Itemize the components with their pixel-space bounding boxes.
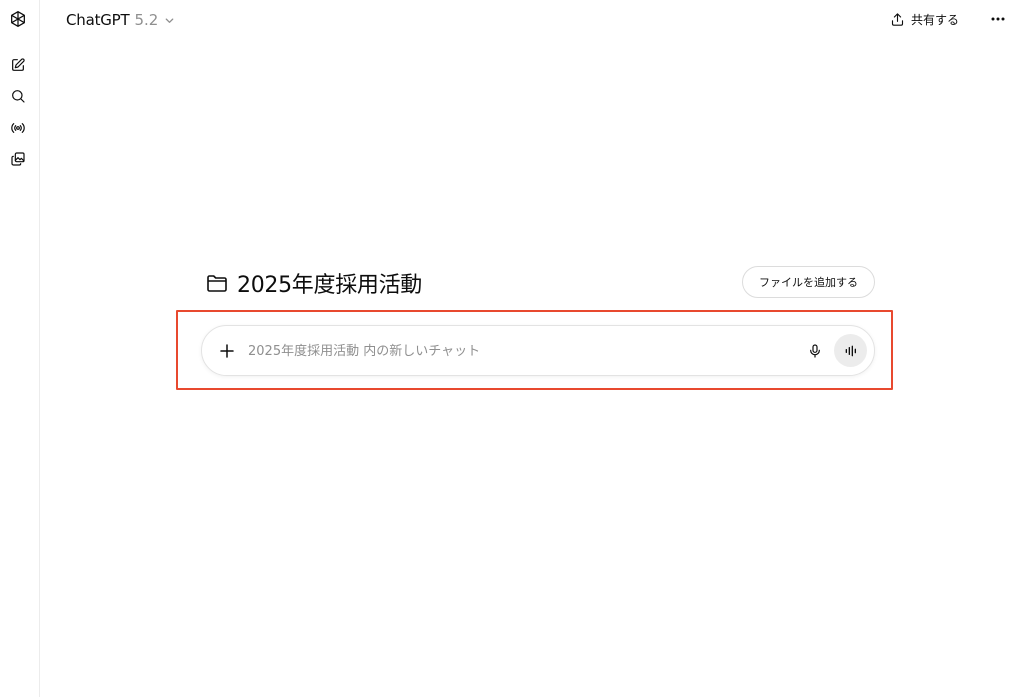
openai-logo-icon[interactable] xyxy=(4,5,32,33)
attach-button[interactable] xyxy=(214,338,240,364)
app-window: ChatGPT 5.2 共有する 2025年度採用活動 ファイルを追加する xyxy=(0,0,1024,697)
voice-waveform-icon xyxy=(845,345,856,356)
chat-composer xyxy=(201,325,875,376)
project-header: 2025年度採用活動 xyxy=(205,266,422,300)
sidebar-rail xyxy=(0,0,40,697)
share-upload-icon xyxy=(891,12,904,26)
folder-icon xyxy=(207,275,227,292)
chat-input[interactable] xyxy=(248,339,788,363)
model-name: ChatGPT xyxy=(66,11,130,29)
ellipsis-icon xyxy=(991,17,1005,21)
voice-mode-button[interactable] xyxy=(834,334,867,367)
more-options-button[interactable] xyxy=(986,8,1010,30)
live-icon[interactable] xyxy=(4,114,32,142)
top-header: ChatGPT 5.2 共有する xyxy=(40,0,1024,40)
library-icon[interactable] xyxy=(4,145,32,173)
chevron-down-icon xyxy=(166,17,174,23)
search-icon[interactable] xyxy=(4,82,32,110)
microphone-icon xyxy=(810,344,820,358)
new-chat-icon[interactable] xyxy=(4,51,32,79)
model-version: 5.2 xyxy=(134,11,159,29)
share-button[interactable]: 共有する xyxy=(890,8,959,30)
add-file-button[interactable]: ファイルを追加する xyxy=(742,266,875,298)
plus-icon xyxy=(220,344,234,358)
project-name: 2025年度採用活動 xyxy=(237,273,422,298)
model-switcher[interactable]: ChatGPT 5.2 xyxy=(66,8,175,32)
share-label: 共有する xyxy=(911,12,960,27)
dictate-button[interactable] xyxy=(802,338,828,364)
